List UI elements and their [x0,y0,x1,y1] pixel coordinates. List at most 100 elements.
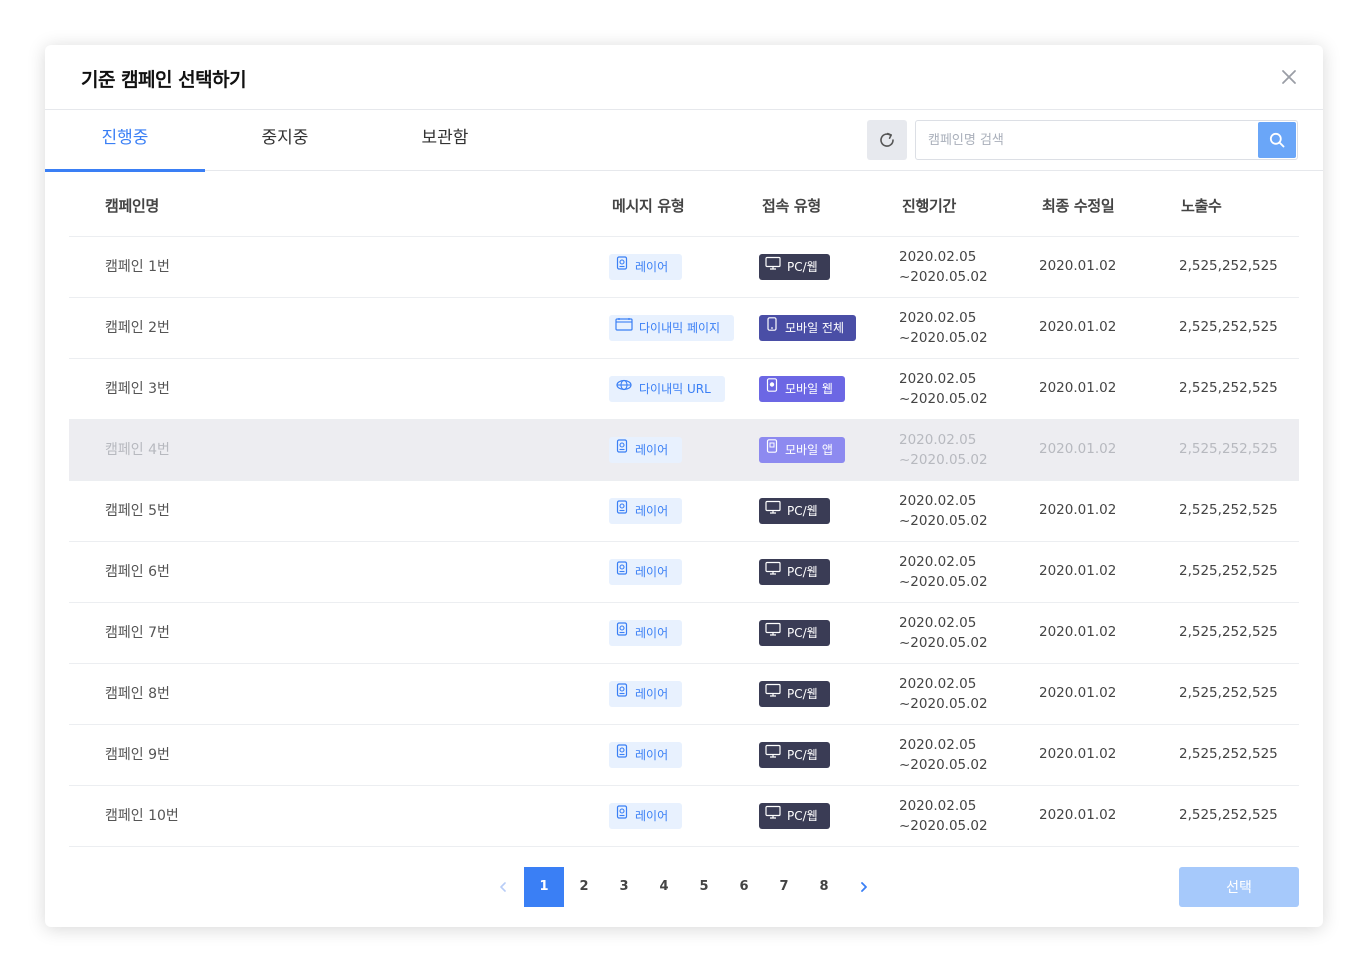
period-end: ~2020.05.02 [899,452,988,468]
message-type-label: 다이내믹 페이지 [639,321,721,335]
table-row[interactable]: 캠페인 9번 레이어 PC/웹 2020.02.05 ~2020.05.02 2020.0… [69,725,1299,786]
campaign-name: 캠페인 10번 [105,808,179,824]
mobile-phone-icon [765,314,779,340]
access-type-badge: PC/웹 [759,254,830,280]
tabs-bar: 진행중 중지중 보관함 [45,110,1323,172]
desktop-icon [765,680,781,706]
message-type-label: 레이어 [635,809,669,823]
access-type-label: 모바일 웹 [785,382,833,396]
page-7[interactable]: 7 [764,867,804,907]
access-type-badge: 모바일 앱 [759,437,845,463]
page-2[interactable]: 2 [564,867,604,907]
period-start: 2020.02.05 [899,249,977,265]
mobile-app-icon [765,436,779,462]
view-count: 2,525,252,525 [1179,624,1278,640]
page-8[interactable]: 8 [804,867,844,907]
header-access-type: 접속 유형 [762,197,821,215]
message-type-badge: 레이어 [609,620,683,646]
page-1[interactable]: 1 [524,867,564,907]
view-count: 2,525,252,525 [1179,441,1278,457]
table-row[interactable]: 캠페인 4번 레이어 모바일 앱 2020.02.05 ~2020.05.02 2020.… [69,420,1299,481]
campaign-period: 2020.02.05 ~2020.05.02 [899,247,988,287]
page-5[interactable]: 5 [684,867,724,907]
desktop-icon [765,619,781,645]
table-row[interactable]: 캠페인 2번 다이내믹 페이지 모바일 전체 2020.02.05 ~2020.05.0… [69,298,1299,359]
period-start: 2020.02.05 [899,310,977,326]
campaign-name: 캠페인 7번 [105,625,170,641]
table-row[interactable]: 캠페인 8번 레이어 PC/웹 2020.02.05 ~2020.05.02 2020.0… [69,664,1299,725]
modal-header: 기준 캠페인 선택하기 [45,45,1323,110]
close-button[interactable] [1279,67,1299,87]
campaign-period: 2020.02.05 ~2020.05.02 [899,613,988,653]
period-end: ~2020.05.02 [899,696,988,712]
desktop-icon [765,741,781,767]
layer-icon [615,680,629,706]
message-type-label: 레이어 [635,565,669,579]
message-type-label: 레이어 [635,687,669,701]
header-period: 진행기간 [902,197,957,215]
layer-icon [615,558,629,584]
access-type-label: PC/웹 [787,504,818,518]
access-type-label: PC/웹 [787,748,818,762]
search-button[interactable] [1258,122,1296,158]
period-start: 2020.02.05 [899,676,977,692]
view-count: 2,525,252,525 [1179,746,1278,762]
modified-date: 2020.01.02 [1039,502,1117,518]
tab-paused[interactable]: 중지중 [205,110,365,171]
modified-date: 2020.01.02 [1039,685,1117,701]
access-type-badge: 모바일 웹 [759,376,845,402]
access-type-label: PC/웹 [787,260,818,274]
search-icon [1269,132,1285,148]
message-type-badge: 레이어 [609,437,683,463]
message-type-label: 레이어 [635,260,669,274]
message-type-label: 레이어 [635,748,669,762]
period-start: 2020.02.05 [899,554,977,570]
access-type-label: PC/웹 [787,809,818,823]
period-end: ~2020.05.02 [899,757,988,773]
view-count: 2,525,252,525 [1179,319,1278,335]
page-3[interactable]: 3 [604,867,644,907]
table-row[interactable]: 캠페인 3번 다이내믹 URL 모바일 웹 2020.02.05 ~2020.05.02… [69,359,1299,420]
tab-in-progress[interactable]: 진행중 [45,110,205,172]
period-end: ~2020.05.02 [899,635,988,651]
page-6[interactable]: 6 [724,867,764,907]
modified-date: 2020.01.02 [1039,319,1117,335]
header-views: 노출수 [1181,197,1222,215]
select-button[interactable]: 선택 [1179,867,1299,907]
campaign-period: 2020.02.05 ~2020.05.02 [899,552,988,592]
period-end: ~2020.05.02 [899,391,988,407]
modified-date: 2020.01.02 [1039,563,1117,579]
tab-archive[interactable]: 보관함 [365,110,525,171]
page-4[interactable]: 4 [644,867,684,907]
next-page-button[interactable] [852,867,876,907]
search-box [915,120,1298,160]
campaign-select-modal: 기준 캠페인 선택하기 진행중 중지중 보관함 캠페인명 검색 캠페인명 메시지… [45,45,1323,927]
table-row[interactable]: 캠페인 6번 레이어 PC/웹 2020.02.05 ~2020.05.02 2020.0… [69,542,1299,603]
view-count: 2,525,252,525 [1179,685,1278,701]
table-row[interactable]: 캠페인 1번 레이어 PC/웹 2020.02.05 ~2020.05.02 2020.0… [69,237,1299,298]
modified-date: 2020.01.02 [1039,441,1117,457]
header-modified-date: 최종 수정일 [1042,197,1115,215]
period-start: 2020.02.05 [899,432,977,448]
table-row[interactable]: 캠페인 7번 레이어 PC/웹 2020.02.05 ~2020.05.02 2020.0… [69,603,1299,664]
modified-date: 2020.01.02 [1039,624,1117,640]
modified-date: 2020.01.02 [1039,380,1117,396]
refresh-button[interactable] [867,120,907,160]
prev-page-button[interactable] [491,867,515,907]
mobile-web-icon [765,375,779,401]
access-type-badge: PC/웹 [759,559,830,585]
table-row[interactable]: 캠페인 10번 레이어 PC/웹 2020.02.05 ~2020.05.02 2020.… [69,786,1299,847]
access-type-badge: PC/웹 [759,498,830,524]
close-icon [1282,70,1296,84]
search-input[interactable] [916,121,1256,159]
access-type-label: PC/웹 [787,626,818,640]
message-type-badge: 레이어 [609,742,683,768]
message-type-label: 레이어 [635,626,669,640]
period-end: ~2020.05.02 [899,574,988,590]
dynamic-page-icon [615,314,633,340]
message-type-label: 레이어 [635,443,669,457]
layer-icon [615,253,629,279]
table-row[interactable]: 캠페인 5번 레이어 PC/웹 2020.02.05 ~2020.05.02 2020.0… [69,481,1299,542]
campaign-period: 2020.02.05 ~2020.05.02 [899,430,988,470]
campaign-table-body: 캠페인 1번 레이어 PC/웹 2020.02.05 ~2020.05.02 2020.0… [69,237,1299,847]
